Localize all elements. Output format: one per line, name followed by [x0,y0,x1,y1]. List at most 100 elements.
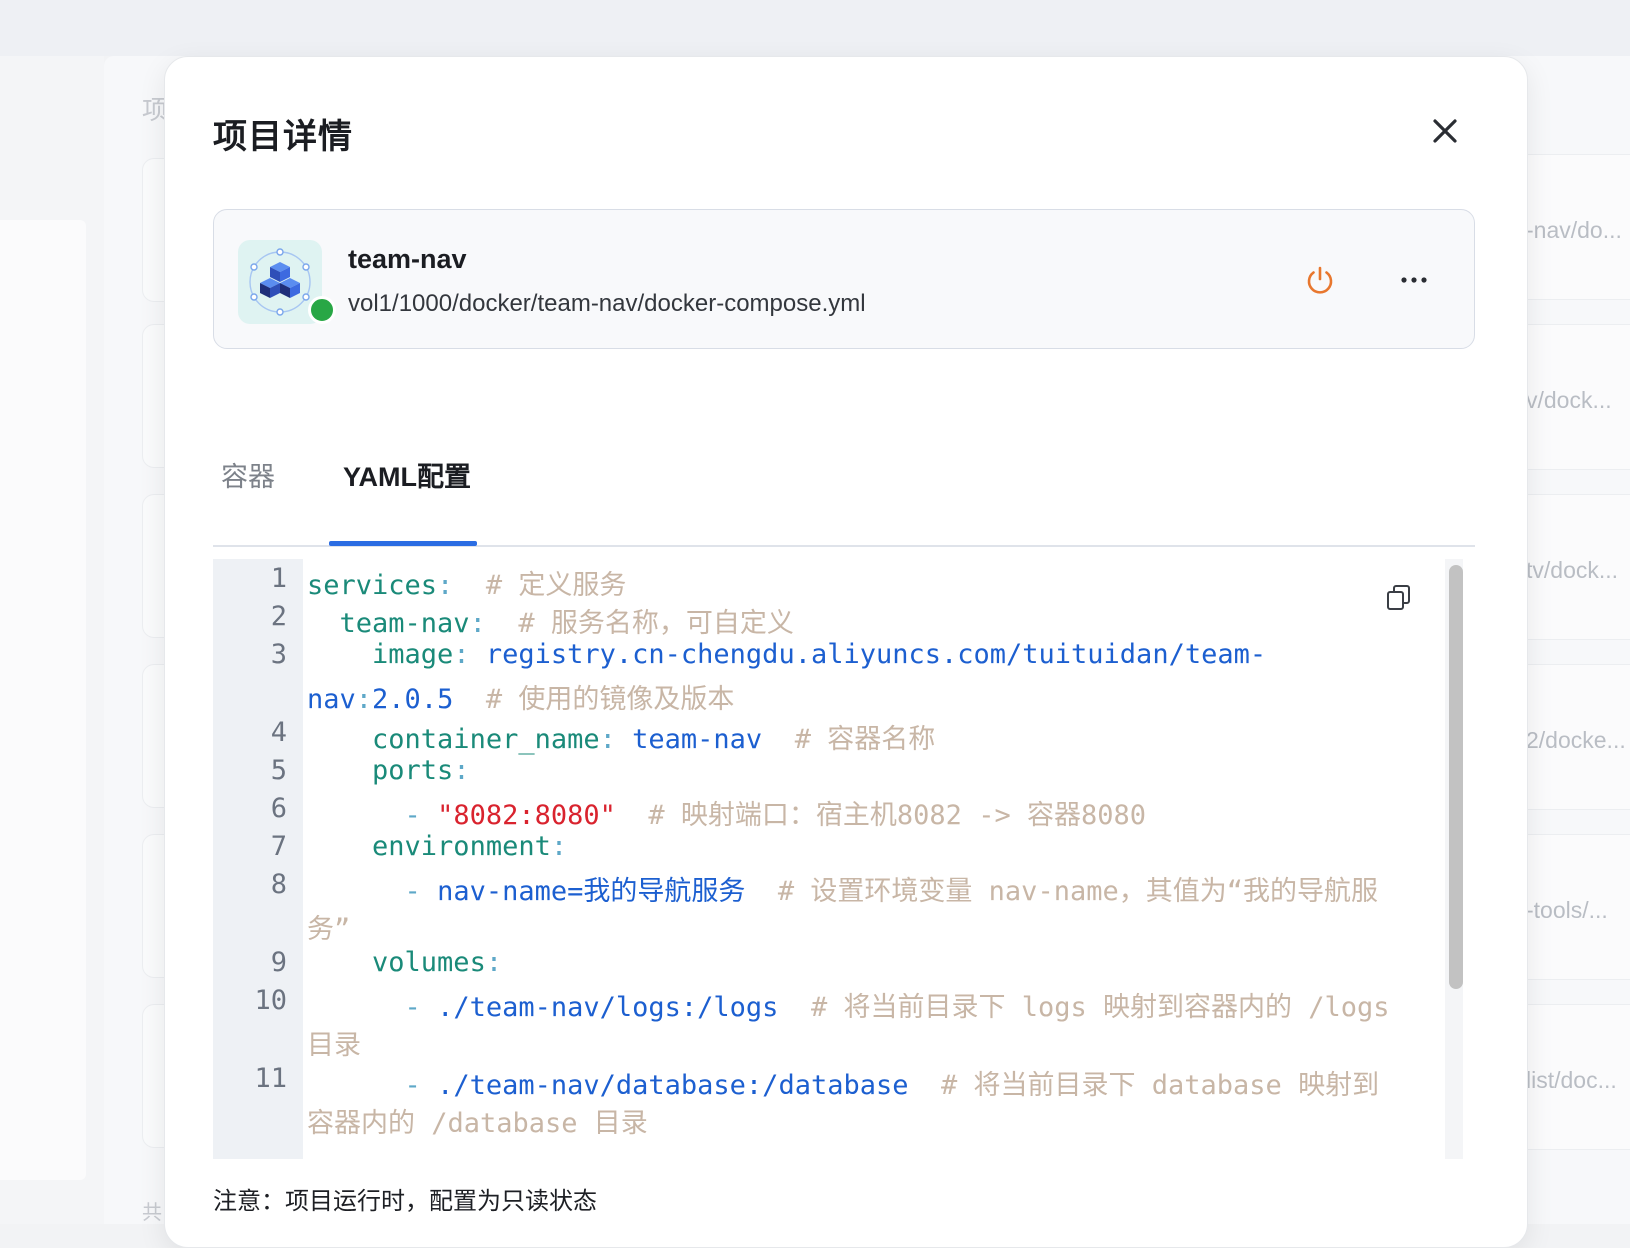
code-line: volumes: [307,947,502,978]
more-button[interactable] [1394,262,1434,298]
active-tab-indicator [329,541,477,546]
yaml-punct: : [437,570,454,601]
yaml-comment: # 使用的镜像及版本 [485,684,735,715]
list-item-path: list/doc... [1526,1067,1617,1093]
list-item-path: 2/docke... [1526,727,1626,753]
yaml-dash: - [404,876,421,907]
code-line: - ./team-nav/database:/database # 将当前目录下… [307,1063,1380,1102]
code-line: services: # 定义服务 [307,563,626,602]
tab-containers[interactable]: 容器 [221,455,275,494]
yaml-key: volumes [372,947,486,978]
line-number-gutter: 1 2 3 4 5 6 7 8 9 10 11 [213,559,303,1159]
yaml-string: "8082:8080" [437,800,616,831]
yaml-comment: 目录 [307,1030,361,1061]
yaml-comment: # 定义服务 [485,570,627,601]
project-path: vol1/1000/docker/team-nav/docker-compose… [348,290,866,317]
code-line: - "8082:8080" # 映射端口：宿主机8082 -> 容器8080 [307,793,1146,832]
project-name: team-nav [348,244,467,274]
scrollbar-thumb[interactable] [1449,565,1463,989]
project-card: team-nav vol1/1000/docker/team-nav/docke… [213,209,1475,349]
yaml-comment: # 服务名称，可自定义 [518,608,794,639]
yaml-key: services [307,570,438,601]
tab-bar: 容器 YAML配置 [213,421,1475,547]
yaml-value: nav [307,684,356,715]
yaml-value: team-nav [632,724,763,755]
power-button[interactable] [1302,262,1338,298]
line-number: 4 [270,717,287,748]
background-list: -nav/do... v/dock... tv/dock... 2/docke.… [1526,80,1630,1224]
yaml-comment: # 容器名称 [794,724,936,755]
yaml-punct: : [550,831,568,862]
yaml-key: ports [372,755,454,786]
yaml-editor[interactable]: 1 2 3 4 5 6 7 8 9 10 11 services: # 定义服务… [213,559,1475,1159]
list-item-path: tv/dock... [1526,557,1619,583]
modal-title: 项目详情 [213,118,353,156]
yaml-value: ./team-nav/logs:/logs [437,992,779,1023]
line-number: 11 [254,1063,287,1094]
more-icon [1401,277,1427,283]
code-line: team-nav: # 服务名称，可自定义 [307,601,794,640]
line-number: 7 [270,831,287,862]
yaml-punct: : [453,639,470,670]
yaml-value: 2.0.5 [372,684,454,715]
line-number: 1 [270,563,287,594]
yaml-comment: 务” [307,914,351,945]
line-number: 5 [270,755,287,786]
code-line: ports: [307,755,470,786]
code-line-wrap: nav:2.0.5 # 使用的镜像及版本 [307,677,734,716]
yaml-key: container_name [372,724,600,755]
yaml-key: environment [372,831,551,862]
yaml-key: image [372,639,454,670]
yaml-comment: 容器内的 /database 目录 [307,1108,648,1139]
code-line-wrap: 务” [307,907,350,946]
code-line: image: registry.cn-chengdu.aliyuncs.com/… [307,639,1266,670]
line-number: 10 [254,985,287,1016]
sidebar-panel [0,220,86,1180]
line-number: 8 [270,869,287,900]
close-icon [1433,119,1457,143]
yaml-punct: : [453,755,470,786]
code-line: container_name: team-nav # 容器名称 [307,717,935,756]
list-item[interactable]: -tools/... [1526,834,1630,980]
list-item[interactable]: list/doc... [1526,1004,1630,1150]
yaml-comment: # 映射端口：宿主机8082 -> 容器8080 [648,800,1146,831]
list-item-path: v/dock... [1526,387,1612,413]
line-number: 2 [270,601,287,632]
copy-button[interactable] [1385,583,1413,613]
close-button[interactable] [1423,109,1467,153]
yaml-punct: : [469,608,486,639]
code-line: environment: [307,831,567,862]
yaml-dash: - [404,1070,421,1101]
list-item[interactable]: tv/dock... [1526,494,1630,640]
yaml-value: registry.cn-chengdu.aliyuncs.com/tuituid… [485,639,1267,670]
list-item-path: -nav/do... [1526,217,1622,243]
code-line: - ./team-nav/logs:/logs # 将当前目录下 logs 映射… [307,985,1390,1024]
yaml-value: nav-name=我的导航服务 [437,876,746,907]
list-item[interactable]: v/dock... [1526,324,1630,470]
readonly-note: 注意：项目运行时，配置为只读状态 [213,1188,597,1215]
yaml-punct: : [355,684,373,715]
copy-icon [1387,585,1410,610]
line-number: 9 [270,947,287,978]
status-running-dot [308,296,336,324]
code-line: - nav-name=我的导航服务 # 设置环境变量 nav-name，其值为“… [307,869,1378,908]
yaml-comment: # 将当前目录下 database 映射到 [941,1070,1380,1101]
top-bar [0,0,1630,56]
tab-yaml-config[interactable]: YAML配置 [343,455,471,494]
power-icon [1307,266,1333,294]
yaml-punct: : [599,724,616,755]
line-number: 6 [270,793,287,824]
pagination-total: 共 [142,1202,162,1224]
list-item-path: -tools/... [1526,897,1608,923]
yaml-punct: : [485,947,503,978]
yaml-comment: # 将当前目录下 logs 映射到容器内的 /logs [810,992,1390,1023]
list-item[interactable]: -nav/do... [1526,154,1630,300]
yaml-comment: # 设置环境变量 nav-name，其值为“我的导航服 [777,876,1378,907]
code-line-wrap: 目录 [307,1023,361,1062]
line-number: 3 [270,639,287,670]
yaml-dash: - [404,992,421,1023]
code-line-wrap: 容器内的 /database 目录 [307,1101,648,1140]
yaml-dash: - [404,800,421,831]
yaml-key: team-nav [339,608,470,639]
list-item[interactable]: 2/docke... [1526,664,1630,810]
